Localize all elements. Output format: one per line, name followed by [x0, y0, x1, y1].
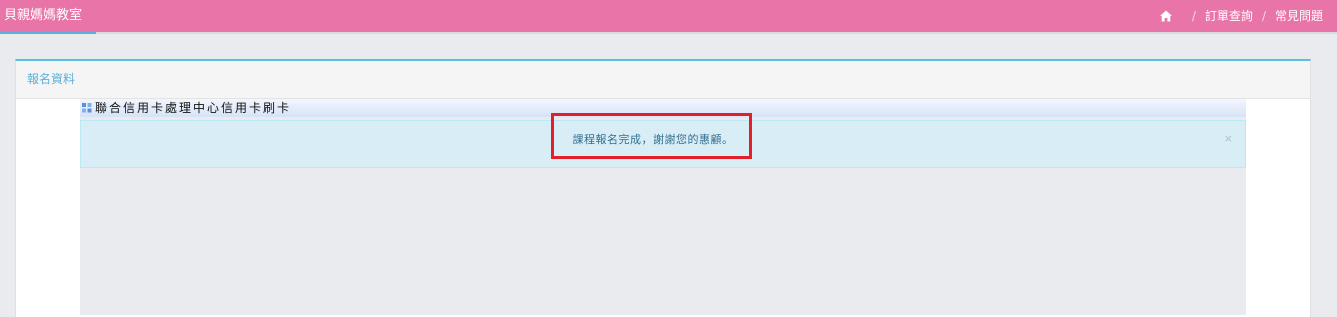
- brand-link[interactable]: 貝親媽媽教室: [0, 0, 96, 32]
- nav-orders-link[interactable]: 訂單查詢: [1205, 0, 1253, 32]
- close-icon[interactable]: ×: [1224, 132, 1233, 145]
- frame-title-text: 聯合信用卡處理中心信用卡刷卡: [95, 101, 292, 115]
- active-tab-indicator: [0, 31, 96, 34]
- frame-title: 聯合信用卡處理中心信用卡刷卡: [82, 100, 291, 116]
- panel-header: 報名資料: [16, 61, 1310, 99]
- top-nav-links: / 訂單查詢 / 常見問題: [1159, 0, 1323, 32]
- grid-icon: [82, 103, 92, 113]
- nav-faq-link[interactable]: 常見問題: [1275, 0, 1323, 32]
- breadcrumb-separator: /: [1191, 9, 1196, 23]
- highlight-box: [551, 113, 752, 159]
- breadcrumb-separator: /: [1261, 9, 1266, 23]
- panel-title: 報名資料: [27, 72, 76, 86]
- home-icon[interactable]: [1159, 9, 1173, 23]
- top-navbar: 貝親媽媽教室 / 訂單查詢 / 常見問題: [0, 0, 1337, 34]
